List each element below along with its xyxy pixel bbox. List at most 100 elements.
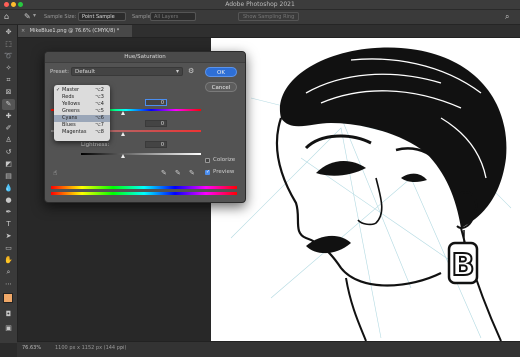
lightness-slider-knob[interactable] <box>121 154 125 158</box>
document-tab-label: MikeBlue1.png @ 76.6% (CMYK/8) * <box>29 28 120 34</box>
blur-tool-icon[interactable]: 💧 <box>2 183 15 194</box>
zoom-level[interactable]: 76.63% <box>22 345 41 351</box>
clone-stamp-tool-icon[interactable]: ♙ <box>2 135 15 146</box>
shape-tool-icon[interactable]: ▭ <box>2 243 15 254</box>
sample-size-value: Point Sample <box>82 14 115 20</box>
ok-button[interactable]: OK <box>205 67 237 77</box>
screen-mode-icon[interactable]: ▣ <box>2 323 15 334</box>
menu-item-blues[interactable]: Blues ⌥7 <box>54 122 110 129</box>
quick-selection-tool-icon[interactable]: ✧ <box>2 63 15 74</box>
lasso-tool-icon[interactable]: ➰ <box>2 51 15 62</box>
zoom-tool-icon[interactable]: ⌕ <box>2 267 15 278</box>
hue-slider-knob[interactable] <box>121 111 125 115</box>
illustration: B <box>230 47 512 341</box>
ok-label: OK <box>217 70 225 76</box>
show-sampling-ring-checkbox[interactable]: Show Sampling Ring <box>238 12 300 21</box>
menu-item-label: Blues <box>62 122 76 128</box>
path-selection-tool-icon[interactable]: ➤ <box>2 231 15 242</box>
eyedropper-icon[interactable]: ✎ <box>161 169 167 177</box>
menu-item-cyans[interactable]: Cyans ⌥6 <box>54 115 110 122</box>
colorize-label: Colorize <box>213 157 236 163</box>
preview-label: Preview <box>213 169 235 175</box>
menu-item-label: Greens <box>62 108 80 114</box>
menu-item-label: Reds <box>62 94 75 100</box>
options-bar: ⌂ ✎ ▾ Sample Size: Point Sample Sample: … <box>0 10 520 25</box>
marquee-tool-icon[interactable]: ⬚ <box>2 39 15 50</box>
dodge-tool-icon[interactable]: ● <box>2 195 15 206</box>
menu-item-label: Yellows <box>62 101 80 107</box>
pen-tool-icon[interactable]: ✒ <box>2 207 15 218</box>
document-info: 1100 px x 1152 px (144 ppi) <box>55 345 127 351</box>
lightness-slider[interactable] <box>81 153 201 155</box>
document-tab[interactable]: × MikeBlue1.png @ 76.6% (CMYK/8) * <box>17 25 132 37</box>
chevron-down-icon: ▾ <box>175 68 179 75</box>
preset-value: Default <box>75 69 96 75</box>
checkmark-icon: ✓ <box>206 169 211 175</box>
tools-panel: ✥ ⬚ ➰ ✧ ⌗ ⊠ ✎ ✚ ✐ ♙ ↺ ◩ ▤ 💧 ● ✒ T ➤ ▭ ✋ … <box>0 25 18 343</box>
menu-item-greens[interactable]: Greens ⌥5 <box>54 108 110 115</box>
hand-tool-icon[interactable]: ✋ <box>2 255 15 266</box>
targeted-adjustment-hand-icon[interactable]: ☝ <box>53 169 57 177</box>
history-brush-tool-icon[interactable]: ↺ <box>2 147 15 158</box>
menu-item-magentas[interactable]: Magentas ⌥8 <box>54 129 110 136</box>
input-spectrum-bar <box>51 186 237 189</box>
hue-value: 0 <box>160 100 164 106</box>
menu-item-label: Master <box>62 87 80 93</box>
tool-preset-chevron-icon[interactable]: ▾ <box>33 12 36 19</box>
earring-letter: B <box>452 248 475 283</box>
sample-size-label: Sample Size: <box>44 14 77 20</box>
brush-tool-icon[interactable]: ✐ <box>2 123 15 134</box>
menu-item-shortcut: ⌥3 <box>95 94 104 100</box>
menu-item-label: Magentas <box>62 129 87 135</box>
eyedropper-tool-icon[interactable]: ✎ <box>24 12 31 21</box>
foreground-color-swatch[interactable] <box>3 293 13 303</box>
sample-dropdown[interactable]: All Layers <box>150 12 196 21</box>
menu-item-master[interactable]: ✓ Master ⌥2 <box>54 87 110 94</box>
saturation-slider-knob[interactable] <box>121 132 125 136</box>
quick-mask-icon[interactable]: ◘ <box>2 309 15 320</box>
menu-item-yellows[interactable]: Yellows ⌥4 <box>54 101 110 108</box>
menu-item-reds[interactable]: Reds ⌥3 <box>54 94 110 101</box>
menu-item-shortcut: ⌥4 <box>95 101 104 107</box>
menu-item-shortcut: ⌥7 <box>95 122 104 128</box>
lightness-value: 0 <box>160 142 164 148</box>
colorize-checkbox[interactable] <box>205 158 210 163</box>
eraser-tool-icon[interactable]: ◩ <box>2 159 15 170</box>
add-to-sample-eyedropper-icon[interactable]: ✎ <box>175 169 181 177</box>
home-icon[interactable]: ⌂ <box>4 12 9 21</box>
subtract-from-sample-eyedropper-icon[interactable]: ✎ <box>189 169 195 177</box>
crop-tool-icon[interactable]: ⌗ <box>2 75 15 86</box>
preset-dropdown[interactable]: Default ▾ <box>71 67 183 76</box>
menu-item-shortcut: ⌥6 <box>95 115 104 121</box>
menu-item-shortcut: ⌥5 <box>95 108 104 114</box>
sample-size-dropdown[interactable]: Point Sample <box>78 12 126 21</box>
more-tools-icon[interactable]: ⋯ <box>2 279 15 290</box>
menu-item-shortcut: ⌥8 <box>95 129 104 135</box>
hue-field[interactable]: 0 <box>145 99 167 106</box>
close-tab-icon[interactable]: × <box>21 28 25 34</box>
saturation-field[interactable]: 0 <box>145 120 167 127</box>
cancel-button[interactable]: Cancel <box>205 82 237 92</box>
preset-label: Preset: <box>50 69 70 75</box>
preset-options-gear-icon[interactable]: ⚙ <box>188 67 194 75</box>
document-tab-bar: × MikeBlue1.png @ 76.6% (CMYK/8) * <box>17 25 520 38</box>
title-bar: Adobe Photoshop 2021 <box>0 0 520 10</box>
eyedropper-tool-icon[interactable]: ✎ <box>2 99 15 110</box>
dialog-title: Hue/Saturation <box>45 52 245 63</box>
lightness-field[interactable]: 0 <box>145 141 167 148</box>
preview-checkbox[interactable]: ✓ <box>205 169 211 175</box>
hue-saturation-dialog: Hue/Saturation Preset: Default ▾ ⚙ OK Ca… <box>44 51 246 203</box>
move-tool-icon[interactable]: ✥ <box>2 27 15 38</box>
status-chevron-icon[interactable]: › <box>121 345 123 351</box>
document-canvas[interactable]: B <box>211 38 520 341</box>
gradient-tool-icon[interactable]: ▤ <box>2 171 15 182</box>
show-sampling-ring-label: Show Sampling Ring <box>243 14 295 20</box>
search-icon[interactable]: ⌕ <box>505 12 509 22</box>
sample-value: All Layers <box>154 14 179 20</box>
healing-brush-tool-icon[interactable]: ✚ <box>2 111 15 122</box>
status-bar: 76.63% 1100 px x 1152 px (144 ppi) › <box>17 341 520 357</box>
frame-tool-icon[interactable]: ⊠ <box>2 87 15 98</box>
checkmark-icon: ✓ <box>56 87 61 93</box>
output-spectrum-bar <box>51 192 237 195</box>
type-tool-icon[interactable]: T <box>2 219 15 230</box>
